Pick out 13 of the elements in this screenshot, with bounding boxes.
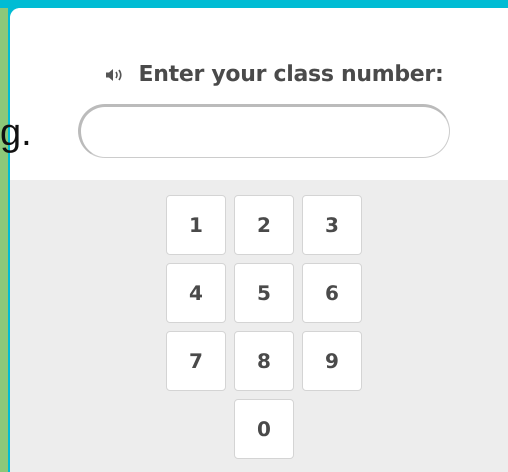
number-key[interactable]: 6 — [302, 263, 362, 323]
number-key[interactable]: 4 — [166, 263, 226, 323]
number-key[interactable]: 5 — [234, 263, 294, 323]
number-key[interactable]: 3 — [302, 195, 362, 255]
number-key[interactable]: 0 — [234, 399, 294, 459]
speaker-icon[interactable] — [104, 68, 123, 82]
number-key[interactable]: 2 — [234, 195, 294, 255]
number-key[interactable]: 8 — [234, 331, 294, 391]
number-key[interactable]: 7 — [166, 331, 226, 391]
class-number-field[interactable] — [78, 104, 450, 158]
number-key[interactable]: 1 — [166, 195, 226, 255]
number-key[interactable]: 9 — [302, 331, 362, 391]
prompt-label: Enter your class number: — [138, 62, 444, 87]
